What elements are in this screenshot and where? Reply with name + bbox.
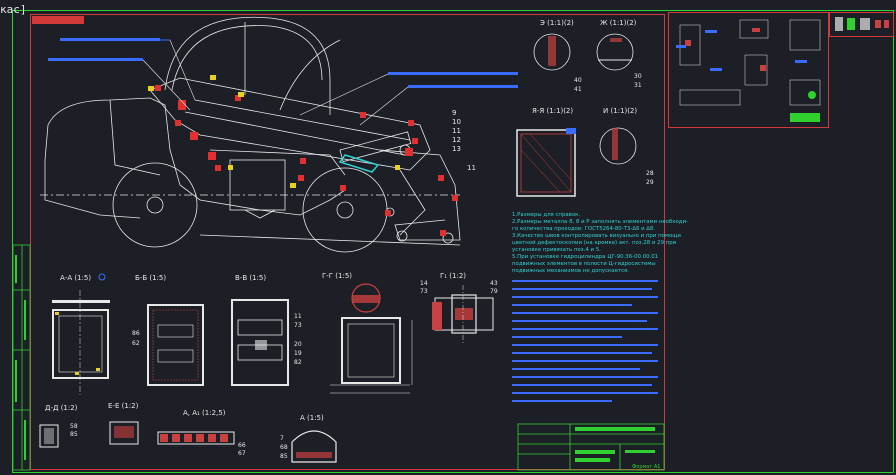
svg-text:67: 67	[238, 450, 246, 457]
svg-text:40: 40	[574, 77, 582, 84]
view-label-a2: A (1:5)	[300, 414, 324, 422]
svg-text:1.Размеры для справок.: 1.Размеры для справок.	[512, 212, 580, 218]
svg-text:85: 85	[280, 453, 288, 460]
sheet-stamp-box	[32, 16, 84, 24]
svg-text:2.Размеры металла 8, 8 и Р зап: 2.Размеры металла 8, 8 и Р заполнять эле…	[512, 219, 688, 225]
view-label-g1: Г₁ (1:2)	[440, 272, 466, 280]
view-label-zh: Ж (1:1)(2)	[600, 19, 637, 27]
svg-text:11: 11	[294, 313, 302, 320]
view-label-i: И (1:1)(2)	[603, 107, 637, 115]
svg-text:подвижных механизмов не допуск: подвижных механизмов не допускается.	[512, 268, 629, 274]
svg-text:41: 41	[574, 86, 582, 93]
svg-text:73: 73	[294, 322, 302, 329]
svg-text:82: 82	[294, 359, 302, 366]
thumbnail-sheet-1[interactable]	[668, 12, 829, 128]
svg-text:66: 66	[238, 442, 246, 449]
svg-text:58: 58	[70, 423, 78, 430]
svg-text:31: 31	[634, 82, 642, 89]
svg-text:19: 19	[294, 350, 302, 357]
thumbnail-sheet-2[interactable]	[829, 12, 894, 37]
svg-text:20: 20	[294, 341, 302, 348]
svg-text:14: 14	[420, 280, 428, 287]
svg-text:5.При установке гидроцилиндра: 5.При установке гидроцилиндра ЦГ-90.36-0…	[512, 254, 658, 260]
view-label-a-a: А-А (1:5)	[60, 274, 91, 282]
part-13: 13	[452, 145, 461, 153]
sheet-format-label: Формат А1	[632, 464, 660, 470]
svg-text:установке привязать поз.4 и 5.: установке привязать поз.4 и 5.	[512, 247, 601, 253]
viewport-tag: кас]	[0, 3, 27, 16]
view-label-a1: A, A₁ (1:2,5)	[183, 409, 226, 417]
svg-text:цветной дефектоскопии (на кром: цветной дефектоскопии (на кромке) акт. п…	[512, 239, 677, 246]
svg-text:73: 73	[420, 288, 428, 295]
view-label-g-g: Г-Г (1:5)	[322, 272, 352, 280]
part-11: 11	[452, 127, 461, 135]
svg-text:го количества проходов: ГОСТ52: го количества проходов: ГОСТ5264-80-Т3-∆…	[512, 226, 655, 232]
svg-text:3.Качество швов контролировать: 3.Качество швов контролировать визуально…	[512, 233, 681, 239]
view-label-d-d: Д-Д (1:2)	[45, 404, 78, 412]
svg-text:7: 7	[280, 435, 284, 442]
part-12: 12	[452, 136, 461, 144]
view-label-b-b: Б-Б (1:5)	[135, 274, 166, 282]
svg-text:28: 28	[646, 170, 654, 177]
svg-text:подвижных элементов в полости: подвижных элементов в полости Ц-гидросис…	[512, 261, 656, 267]
part-10: 10	[452, 118, 461, 126]
view-label-v-v: В-В (1:5)	[235, 274, 266, 282]
svg-text:85: 85	[70, 431, 78, 438]
svg-text:86: 86	[132, 330, 140, 337]
svg-text:43: 43	[490, 280, 498, 287]
cad-drawing-canvas[interactable]: 9 10 11 12 13 11 Э (1:1)(2) 40 41 Ж (1:1…	[0, 0, 896, 475]
svg-text:68: 68	[280, 444, 288, 451]
part-9: 9	[452, 109, 456, 117]
svg-text:29: 29	[646, 179, 654, 186]
view-label-e: Э (1:1)(2)	[540, 19, 574, 27]
view-label-ya-ya: Я-Я (1:1)(2)	[532, 107, 573, 115]
part-11b: 11	[467, 164, 476, 172]
svg-text:62: 62	[132, 340, 140, 347]
view-label-e-e: Е-Е (1:2)	[108, 402, 139, 410]
svg-text:79: 79	[490, 288, 498, 295]
svg-text:30: 30	[634, 73, 642, 80]
